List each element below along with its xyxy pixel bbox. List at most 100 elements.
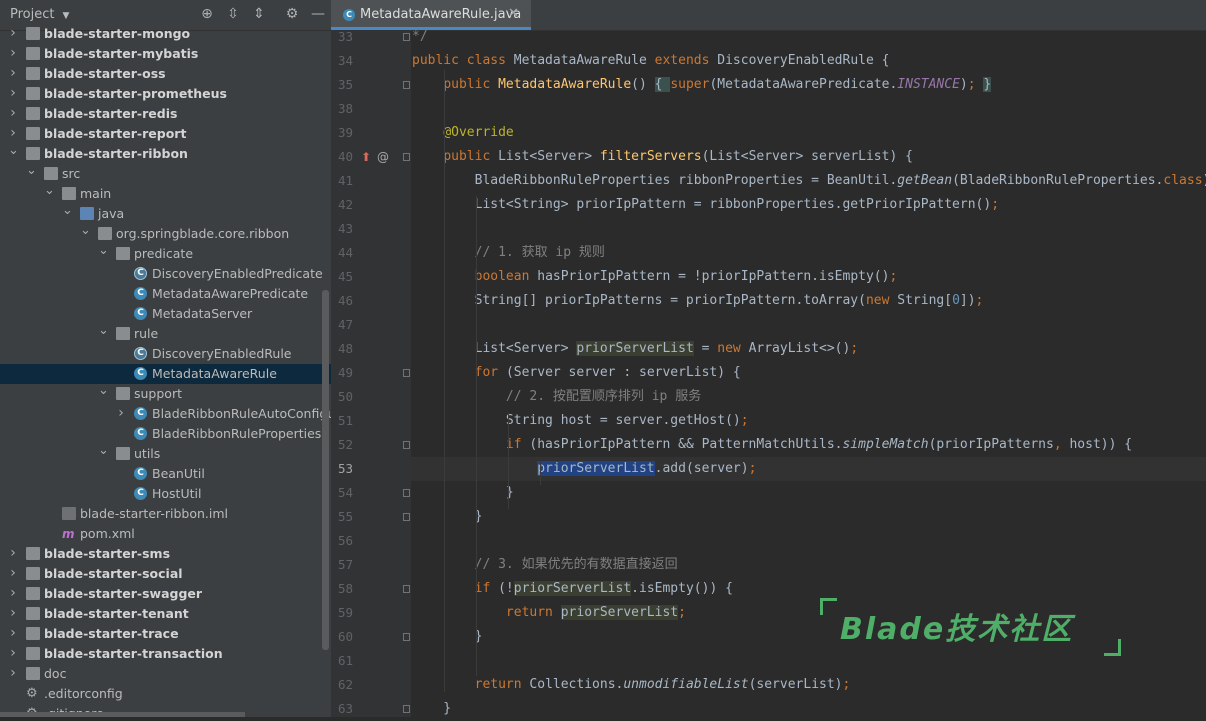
- fold-marker-icon[interactable]: [403, 705, 410, 713]
- at-annotation-icon[interactable]: @: [377, 145, 389, 169]
- indent-guide: [476, 196, 477, 676]
- tree-item-label: pom.xml: [80, 526, 135, 541]
- tree-item[interactable]: › C BladeRibbonRuleAutoConfigura: [0, 404, 331, 424]
- fold-marker-icon[interactable]: [403, 489, 410, 497]
- tree-item[interactable]: m pom.xml: [0, 524, 331, 544]
- chevron-right-icon[interactable]: ›: [8, 644, 18, 663]
- code-line: }: [412, 701, 452, 716]
- line-number: 56: [337, 533, 353, 548]
- module-folder-icon: [26, 647, 40, 660]
- tree-item[interactable]: › blade-starter-prometheus: [0, 84, 331, 104]
- tree-item[interactable]: › doc: [0, 664, 331, 684]
- chevron-right-icon[interactable]: ›: [8, 84, 18, 103]
- gear-icon[interactable]: ⚙: [284, 6, 300, 22]
- chevron-right-icon[interactable]: ›: [8, 564, 18, 583]
- tree-item[interactable]: ⌄ support: [0, 384, 331, 404]
- tree-item[interactable]: › blade-starter-transaction: [0, 644, 331, 664]
- chevron-down-icon[interactable]: ⌄: [98, 244, 109, 258]
- chevron-right-icon[interactable]: ›: [8, 604, 18, 623]
- tree-item[interactable]: › blade-starter-sms: [0, 544, 331, 564]
- tree-item[interactable]: ⌄ blade-starter-ribbon: [0, 144, 331, 164]
- tree-item[interactable]: › blade-starter-trace: [0, 624, 331, 644]
- tree-item-label: blade-starter-oss: [44, 66, 166, 81]
- tree-item[interactable]: C DiscoveryEnabledPredicate: [0, 264, 331, 284]
- tree-item[interactable]: › blade-starter-oss: [0, 64, 331, 84]
- fold-marker-icon[interactable]: [403, 585, 410, 593]
- tree-item[interactable]: C MetadataAwareRule: [0, 364, 331, 384]
- chevron-down-icon[interactable]: ⌄: [98, 384, 109, 398]
- chevron-right-icon[interactable]: ›: [8, 24, 18, 43]
- chevron-right-icon[interactable]: ›: [8, 64, 18, 83]
- chevron-down-icon[interactable]: ⌄: [80, 224, 91, 238]
- chevron-right-icon[interactable]: ›: [8, 124, 18, 143]
- tree-item[interactable]: › blade-starter-report: [0, 124, 331, 144]
- tree-item[interactable]: blade-starter-ribbon.iml: [0, 504, 331, 524]
- line-number: 50: [337, 389, 353, 404]
- tree-item[interactable]: C MetadataServer: [0, 304, 331, 324]
- chevron-down-icon[interactable]: ⌄: [98, 444, 109, 458]
- chevron-right-icon[interactable]: ›: [8, 104, 18, 123]
- fold-marker-icon[interactable]: [403, 513, 410, 521]
- tree-item[interactable]: ⚙ .editorconfig: [0, 684, 331, 704]
- chevron-down-icon[interactable]: ⌄: [8, 144, 19, 158]
- tree-item[interactable]: C HostUtil: [0, 484, 331, 504]
- chevron-down-icon[interactable]: ⌄: [98, 324, 109, 338]
- tree-item[interactable]: C DiscoveryEnabledRule: [0, 344, 331, 364]
- vertical-scrollbar[interactable]: [322, 290, 329, 650]
- chevron-right-icon[interactable]: ›: [8, 544, 18, 563]
- chevron-right-icon[interactable]: ›: [8, 664, 18, 683]
- watermark-bracket-close: [1104, 639, 1121, 656]
- tree-item[interactable]: › blade-starter-mongo: [0, 24, 331, 44]
- code-line: for (Server server : serverList) {: [474, 365, 741, 380]
- iml-file-icon: [62, 507, 76, 520]
- override-up-arrow-icon[interactable]: ⬆: [361, 145, 371, 169]
- tree-item[interactable]: ⌄ src: [0, 164, 331, 184]
- chevron-right-icon[interactable]: ›: [8, 584, 18, 603]
- module-folder-icon: [26, 67, 40, 80]
- fold-marker-icon[interactable]: [403, 441, 410, 449]
- fold-marker-icon[interactable]: [403, 153, 410, 161]
- fold-marker-icon[interactable]: [403, 633, 410, 641]
- project-view-selector[interactable]: Project ▼: [10, 7, 69, 22]
- tree-item-label: blade-starter-trace: [44, 626, 179, 641]
- tree-item[interactable]: ⌄ java: [0, 204, 331, 224]
- tree-item-label: blade-starter-transaction: [44, 646, 223, 661]
- tree-item[interactable]: › blade-starter-social: [0, 564, 331, 584]
- fold-marker-icon[interactable]: [403, 369, 410, 377]
- tree-item-label: HostUtil: [152, 486, 202, 501]
- tree-item[interactable]: C MetadataAwarePredicate: [0, 284, 331, 304]
- minimize-icon[interactable]: —: [310, 6, 326, 22]
- tree-item[interactable]: › blade-starter-redis: [0, 104, 331, 124]
- chevron-right-icon[interactable]: ›: [116, 404, 126, 423]
- line-number: 53: [337, 461, 353, 476]
- tree-item[interactable]: › blade-starter-mybatis: [0, 44, 331, 64]
- chevron-right-icon[interactable]: ›: [8, 44, 18, 63]
- collapse-all-icon[interactable]: ⇕: [251, 6, 267, 22]
- target-icon[interactable]: ⊕: [199, 6, 215, 22]
- close-icon[interactable]: ✕: [508, 6, 519, 21]
- line-number: 38: [337, 101, 353, 116]
- fold-marker-icon[interactable]: [403, 81, 410, 89]
- chevron-down-icon[interactable]: ⌄: [62, 204, 73, 218]
- code-line: return Collections.unmodifiableList(serv…: [474, 677, 851, 692]
- tree-item[interactable]: ⌄ utils: [0, 444, 331, 464]
- editor-tab[interactable]: C MetadataAwareRule.java ✕: [331, 0, 531, 30]
- abstract-class-icon: C: [134, 267, 147, 280]
- tree-item[interactable]: ⌄ main: [0, 184, 331, 204]
- package-icon: [98, 227, 112, 240]
- chevron-down-icon[interactable]: ⌄: [26, 164, 37, 178]
- code-line: // 1. 获取 ip 规则: [474, 245, 605, 260]
- tree-item[interactable]: ⌄ rule: [0, 324, 331, 344]
- tree-item[interactable]: ⌄ org.springblade.core.ribbon: [0, 224, 331, 244]
- chevron-down-icon[interactable]: ⌄: [44, 184, 55, 198]
- fold-marker-icon[interactable]: [403, 33, 410, 41]
- tree-item[interactable]: ⌄ predicate: [0, 244, 331, 264]
- tree-item[interactable]: C BeanUtil: [0, 464, 331, 484]
- tree-item[interactable]: › blade-starter-tenant: [0, 604, 331, 624]
- tree-item[interactable]: C BladeRibbonRuleProperties: [0, 424, 331, 444]
- chevron-right-icon[interactable]: ›: [8, 624, 18, 643]
- expand-all-icon[interactable]: ⇳: [225, 6, 241, 22]
- horizontal-scrollbar[interactable]: [0, 712, 245, 717]
- tree-item[interactable]: › blade-starter-swagger: [0, 584, 331, 604]
